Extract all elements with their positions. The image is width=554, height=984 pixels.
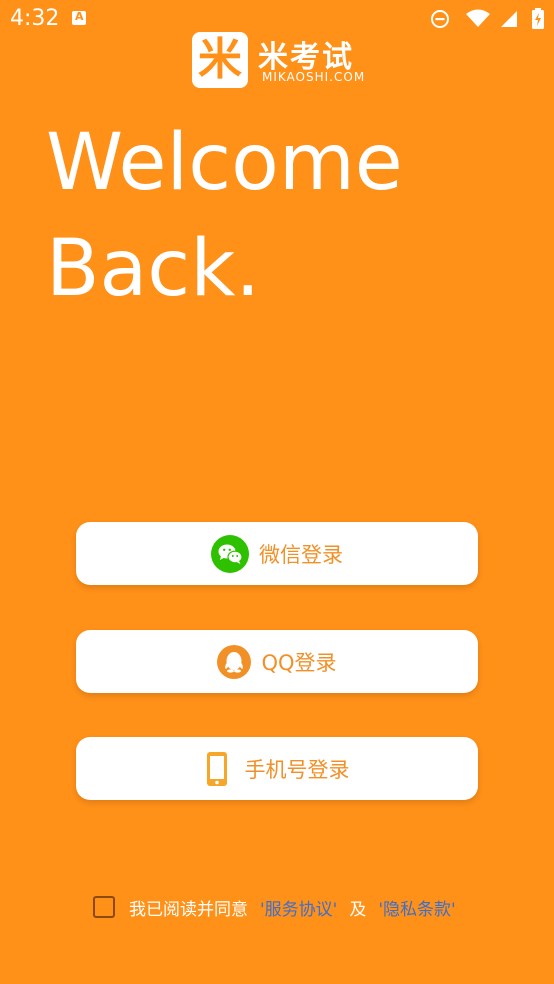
privacy-policy-link[interactable]: '隐私条款' (378, 895, 455, 920)
agreement-and-text: 及 (349, 899, 367, 920)
logo-mark: 米 (192, 32, 248, 88)
wifi-icon (465, 9, 490, 27)
wechat-icon (211, 534, 249, 573)
logo-mark-char: 米 (198, 34, 242, 85)
qq-login-label: QQ登录 (261, 650, 337, 675)
agreement-text: 我已阅读并同意 (129, 899, 248, 920)
welcome-line-2: Back. (46, 224, 261, 314)
agreement-checkbox[interactable] (93, 896, 115, 918)
battery-charging-icon (532, 8, 544, 29)
app-logo: 米 米考试 MIKAOSHI.COM (192, 32, 372, 88)
wechat-login-label: 微信登录 (259, 542, 343, 567)
qq-icon (217, 644, 252, 679)
welcome-headline: Welcome Back. (46, 110, 403, 322)
mobile-phone-icon (206, 751, 227, 786)
do-not-disturb-icon (430, 10, 449, 28)
agreement-row: 我已阅读并同意 '服务协议' 及 '隐私条款' (93, 893, 456, 921)
signal-icon (500, 11, 517, 27)
a-notification-icon (72, 10, 86, 25)
welcome-line-1: Welcome (46, 118, 403, 208)
qq-login-button[interactable]: QQ登录 (76, 630, 478, 693)
status-icons (429, 6, 546, 32)
phone-login-button[interactable]: 手机号登录 (76, 737, 478, 800)
wechat-login-button[interactable]: 微信登录 (76, 522, 478, 585)
service-agreement-link[interactable]: '服务协议' (260, 895, 337, 920)
status-time: 4:32 (10, 6, 60, 31)
logo-subtitle: MIKAOSHI.COM (262, 70, 366, 84)
phone-login-label: 手机号登录 (244, 757, 350, 782)
